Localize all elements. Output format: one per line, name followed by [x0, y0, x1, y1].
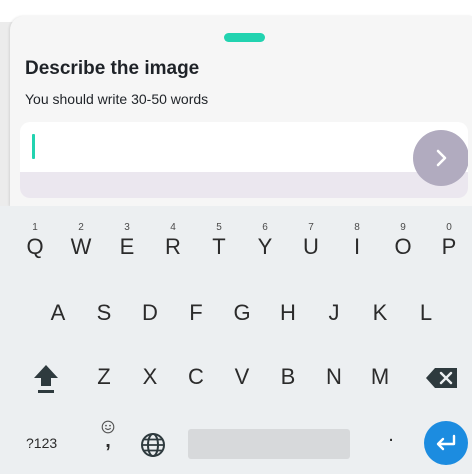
key-a[interactable]: A	[38, 294, 78, 334]
key-label: Z	[97, 364, 111, 389]
key-j[interactable]: J	[314, 294, 354, 334]
key-label: H	[280, 300, 296, 325]
submit-button[interactable]	[413, 130, 468, 186]
chevron-right-icon	[436, 149, 447, 167]
shift-key[interactable]	[26, 358, 66, 398]
key-label: J	[328, 300, 340, 325]
key-hint: 2	[78, 222, 84, 233]
key-b[interactable]: B	[268, 358, 308, 398]
sheet-title: Describe the image	[25, 58, 200, 79]
key-label: B	[280, 364, 296, 389]
key-label: I	[353, 234, 361, 259]
key-y[interactable]: 6 Y	[245, 216, 285, 266]
bottom-sheet: Describe the image You should write 30-5…	[10, 16, 472, 206]
key-r[interactable]: 4 R	[153, 216, 193, 266]
comma-key[interactable]: ,	[90, 418, 126, 462]
key-hint: 7	[308, 222, 314, 233]
symbols-key[interactable]: ?123	[26, 435, 57, 451]
comma-label: ,	[105, 430, 111, 452]
key-label: V	[234, 364, 250, 389]
space-bar[interactable]	[188, 429, 350, 459]
key-label: R	[165, 234, 181, 259]
backspace-key[interactable]	[422, 358, 462, 398]
key-label: S	[96, 300, 112, 325]
key-label: W	[70, 234, 92, 259]
shift-arrow-icon	[34, 365, 58, 393]
key-l[interactable]: L	[406, 294, 446, 334]
answer-input[interactable]	[20, 122, 468, 198]
keyboard: 1 Q 2 W 3 E 4 R 5 T 6 Y 7 U 8 I 9 O 0 P …	[0, 206, 472, 474]
key-label: L	[419, 300, 433, 325]
text-caret	[32, 134, 35, 159]
backspace-icon	[426, 368, 457, 388]
key-e[interactable]: 3 E	[107, 216, 147, 266]
period-key[interactable]: .	[376, 424, 406, 460]
key-g[interactable]: G	[222, 294, 262, 334]
key-t[interactable]: 5 T	[199, 216, 239, 266]
key-label: K	[372, 300, 388, 325]
input-footer	[20, 172, 468, 198]
key-d[interactable]: D	[130, 294, 170, 334]
key-label: C	[188, 364, 204, 389]
key-u[interactable]: 7 U	[291, 216, 331, 266]
key-label: Q	[26, 234, 44, 259]
key-hint: 8	[354, 222, 360, 233]
enter-key[interactable]	[424, 421, 468, 465]
key-hint: 4	[170, 222, 176, 233]
key-z[interactable]: Z	[84, 358, 124, 398]
key-o[interactable]: 9 O	[383, 216, 423, 266]
key-hint: 3	[124, 222, 130, 233]
key-label: Y	[257, 234, 273, 259]
key-label: E	[119, 234, 135, 259]
key-label: X	[142, 364, 158, 389]
key-w[interactable]: 2 W	[61, 216, 101, 266]
key-hint: 0	[446, 222, 452, 233]
key-p[interactable]: 0 P	[429, 216, 469, 266]
key-hint: 1	[32, 222, 38, 233]
sheet-subtitle: You should write 30-50 words	[25, 91, 209, 107]
key-hint: 6	[262, 222, 268, 233]
key-label: A	[50, 300, 66, 325]
language-key[interactable]	[136, 428, 170, 462]
key-n[interactable]: N	[314, 358, 354, 398]
key-label: N	[326, 364, 342, 389]
key-label: D	[142, 300, 158, 325]
key-hint: 9	[400, 222, 406, 233]
key-label: M	[370, 364, 390, 389]
key-f[interactable]: F	[176, 294, 216, 334]
globe-icon	[141, 433, 165, 457]
key-q[interactable]: 1 Q	[15, 216, 55, 266]
key-x[interactable]: X	[130, 358, 170, 398]
key-label: T	[212, 234, 226, 259]
key-label: P	[441, 234, 457, 259]
key-hint: 5	[216, 222, 222, 233]
key-c[interactable]: C	[176, 358, 216, 398]
key-v[interactable]: V	[222, 358, 262, 398]
key-label: G	[233, 300, 251, 325]
key-k[interactable]: K	[360, 294, 400, 334]
key-m[interactable]: M	[360, 358, 400, 398]
key-label: F	[189, 300, 203, 325]
key-i[interactable]: 8 I	[337, 216, 377, 266]
enter-return-icon	[436, 434, 456, 451]
key-label: O	[394, 234, 412, 259]
key-h[interactable]: H	[268, 294, 308, 334]
key-label: U	[303, 234, 319, 259]
key-s[interactable]: S	[84, 294, 124, 334]
sheet-drag-handle[interactable]	[224, 33, 265, 42]
